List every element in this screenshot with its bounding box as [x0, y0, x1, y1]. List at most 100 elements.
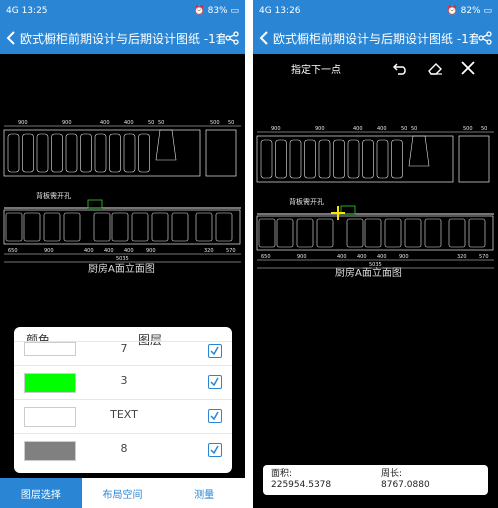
perimeter-label: 周长:	[381, 469, 403, 479]
cabinet-door	[109, 133, 121, 173]
cabinet-door	[318, 139, 331, 179]
battery-icon: ▭	[230, 6, 239, 16]
layer-name: TEXT	[110, 408, 138, 421]
cabinet-door	[362, 139, 374, 179]
dimension-label: 900	[62, 120, 72, 126]
signal-label: 4G	[259, 6, 272, 16]
layer-visible-checkbox[interactable]	[208, 375, 222, 389]
cabinet-door	[22, 133, 34, 173]
cabinet-door	[376, 139, 389, 179]
cad-canvas[interactable]: 900 900 400 400 50 50 500 50 背板需开孔 650 900 400 400 40…	[253, 54, 498, 508]
dimension-label: 320	[457, 254, 467, 260]
layer-row[interactable]: 3	[14, 365, 232, 398]
layer-name: 3	[120, 374, 128, 387]
dimension-label: 400	[84, 248, 94, 254]
alarm-icon: ⏰	[446, 6, 458, 16]
area-value: 225954.5378	[271, 480, 332, 490]
area-label: 面积:	[271, 469, 293, 479]
base-cabinet-row	[256, 215, 494, 251]
dimension-label: 650	[261, 254, 271, 260]
cabinet-door	[7, 133, 20, 173]
layer-color-swatch	[24, 441, 76, 461]
perimeter-value: 8767.0880	[381, 480, 430, 490]
cabinet-door	[448, 218, 466, 248]
cabinet-door	[391, 139, 403, 179]
kitchen-elevation-drawing: 900 900 400 400 50 50 500 50 背板需开孔 650 900 400 400 40…	[256, 126, 494, 269]
dimension-label: 570	[226, 248, 236, 254]
dimension-label: 500	[463, 126, 473, 132]
dimension-label: 320	[204, 248, 214, 254]
cabinet-door	[316, 218, 334, 248]
sink-fixture	[87, 199, 103, 209]
cabinet-door	[151, 212, 169, 242]
cabinet-door	[93, 212, 111, 242]
dimension-label: 900	[18, 120, 28, 126]
dimension-label: 400	[104, 248, 114, 254]
title-bar: 欧式橱柜前期设计与后期设计图纸 -1套	[0, 22, 245, 54]
dimension-label: 570	[479, 254, 489, 260]
dimension-label: 500	[210, 120, 220, 126]
signal-label: 4G	[6, 6, 19, 16]
side-cabinet	[458, 135, 490, 183]
share-icon[interactable]	[225, 31, 239, 45]
layer-row[interactable]: TEXT	[14, 399, 232, 432]
cabinet-door	[304, 139, 316, 179]
cabinet-door	[131, 212, 149, 242]
dimension-label: 900	[146, 248, 156, 254]
dimension-label: 50	[228, 120, 234, 126]
cabinet-door	[36, 133, 49, 173]
dimension-label: 400	[353, 126, 363, 132]
battery-level: 82%	[460, 6, 481, 16]
cabinet-door	[123, 133, 136, 173]
layer-color-swatch	[24, 407, 76, 427]
tab-layer-select[interactable]: 图层选择	[0, 478, 82, 508]
status-time: 13:25	[21, 6, 48, 16]
back-arrow-icon[interactable]	[259, 30, 269, 46]
layer-visible-checkbox[interactable]	[208, 409, 222, 423]
crosshair-cursor-icon	[331, 206, 345, 220]
undo-icon[interactable]	[393, 61, 409, 75]
base-cabinet-row	[3, 209, 241, 245]
status-bar: 4G 13:26 ⏰ 82% ▭	[253, 0, 498, 22]
side-cabinet	[205, 129, 237, 177]
cabinet-door	[260, 139, 273, 179]
range-hood	[408, 135, 430, 167]
layer-visible-checkbox[interactable]	[208, 443, 222, 457]
tab-layout-space[interactable]: 布局空间	[81, 478, 164, 508]
layer-color-swatch	[24, 373, 76, 393]
dimension-label: 50	[481, 126, 487, 132]
dimension-label: 650	[8, 248, 18, 254]
measure-result-panel: 面积: 225954.5378 周长: 8767.0880	[263, 465, 488, 495]
close-icon[interactable]	[461, 61, 475, 75]
cabinet-door	[424, 218, 442, 248]
dimension-label: 900	[271, 126, 281, 132]
layer-row[interactable]: 8	[14, 433, 232, 466]
dimension-label: 400	[377, 254, 387, 260]
drawing-note: 背板需开孔	[289, 197, 324, 206]
dimension-label: 400	[100, 120, 110, 126]
layer-name: 7	[120, 342, 128, 355]
back-arrow-icon[interactable]	[6, 30, 16, 46]
dimension-label: 400	[337, 254, 347, 260]
dimension-label: 400	[124, 120, 134, 126]
cabinet-door	[384, 218, 402, 248]
layer-visible-checkbox[interactable]	[208, 344, 222, 358]
layer-color-swatch	[24, 342, 76, 356]
cabinet-door	[138, 133, 150, 173]
share-icon[interactable]	[478, 31, 492, 45]
eraser-icon[interactable]	[427, 61, 443, 75]
cabinet-door	[171, 212, 189, 242]
cabinet-door	[276, 218, 294, 248]
status-bar: 4G 13:25 ⏰ 83% ▭	[0, 0, 245, 22]
drawing-note: 背板需开孔	[36, 191, 71, 200]
cabinet-door	[80, 133, 92, 173]
dimension-label: 400	[357, 254, 367, 260]
cabinet-door	[364, 218, 382, 248]
page-title: 欧式橱柜前期设计与后期设计图纸 -1套	[273, 31, 478, 46]
tab-measure[interactable]: 测量	[163, 478, 245, 508]
cabinet-door	[23, 212, 41, 242]
right-screen: 4G 13:26 ⏰ 82% ▭ 欧式橱柜前期设计与后期设计图纸 -1套 900…	[253, 0, 498, 508]
prompt-text: 指定下一点	[291, 64, 341, 76]
layer-row[interactable]: 7	[14, 341, 232, 364]
battery-icon: ▭	[483, 6, 492, 16]
